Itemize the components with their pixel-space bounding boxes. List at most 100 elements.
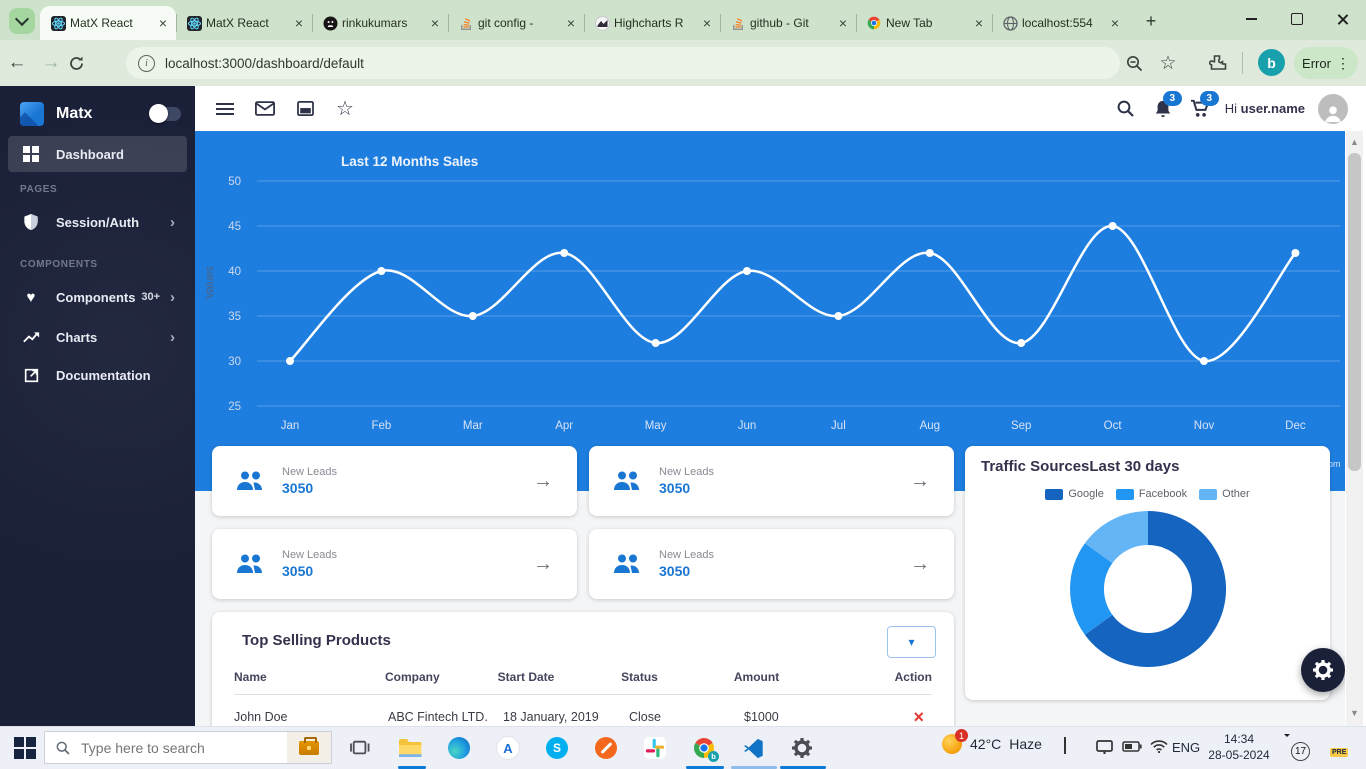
launch-icon <box>20 368 42 383</box>
search-highlight-zone[interactable] <box>287 732 331 763</box>
stat-card-new-leads-2[interactable]: New Leads3050 → <box>589 446 954 516</box>
browser-menu-error-button[interactable]: Error ⋮ <box>1294 47 1358 79</box>
url-text[interactable]: localhost:3000/dashboard/default <box>165 56 364 71</box>
settings-button[interactable] <box>788 735 816 761</box>
tab-close-icon[interactable]: × <box>1108 15 1122 31</box>
vscode-button[interactable] <box>739 735 767 761</box>
sidebar-item-dashboard[interactable]: Dashboard <box>8 136 187 172</box>
stat-card-text: New Leads3050 <box>659 466 910 496</box>
arrow-right-icon[interactable]: → <box>910 553 930 576</box>
tab-close-icon[interactable]: × <box>156 15 170 31</box>
window-close-button[interactable] <box>1320 0 1366 38</box>
taskbar-clock[interactable]: 14:34 28-05-2024 <box>1205 731 1273 763</box>
heart-icon: ♥ <box>20 289 42 306</box>
highcharts-favicon-icon <box>594 15 610 31</box>
forward-button[interactable]: → <box>34 52 68 74</box>
bookmark-star-button[interactable]: ☆ <box>1156 51 1180 75</box>
table-divider <box>234 694 932 695</box>
sidebar-item-documentation[interactable]: Documentation <box>8 357 187 393</box>
top-selling-products-card: Top Selling Products ▾ NameCompanyStart … <box>212 612 954 726</box>
page-scrollbar[interactable]: ▲ ▼ <box>1346 131 1363 726</box>
legend-swatch <box>1045 489 1063 500</box>
window-maximize-button[interactable] <box>1274 0 1320 38</box>
tab-close-icon[interactable]: × <box>292 15 306 31</box>
tray-expand-button[interactable] <box>1064 739 1066 754</box>
file-explorer-button[interactable] <box>396 735 424 761</box>
chrome-button[interactable]: b <box>690 735 718 761</box>
window-button[interactable] <box>293 97 317 121</box>
browser-tab[interactable]: github - Git× <box>720 6 856 40</box>
stat-card-new-leads-4[interactable]: New Leads3050 → <box>589 529 954 599</box>
scrollbar-up-arrow[interactable]: ▲ <box>1346 137 1363 147</box>
wifi-tray-icon[interactable] <box>1150 740 1168 753</box>
extensions-button[interactable] <box>1206 51 1230 75</box>
star-button[interactable]: ☆ <box>333 97 357 121</box>
pen-app-button[interactable] <box>592 735 620 761</box>
tab-close-icon[interactable]: × <box>972 15 986 31</box>
skype-button[interactable]: S <box>543 735 571 761</box>
tab-close-icon[interactable]: × <box>700 15 714 31</box>
tab-close-icon[interactable]: × <box>564 15 578 31</box>
search-button[interactable] <box>1114 97 1138 121</box>
zoom-button[interactable] <box>1122 51 1146 75</box>
browser-tab[interactable]: git config - × <box>448 6 584 40</box>
stat-card-new-leads-1[interactable]: New Leads3050 → <box>212 446 577 516</box>
products-table-header: NameCompanyStart DateStatusAmountAction <box>212 667 954 687</box>
site-info-icon[interactable]: i <box>138 55 155 72</box>
legend-item[interactable]: Facebook <box>1116 488 1187 500</box>
app-a-button[interactable]: A <box>494 735 522 761</box>
address-bar[interactable]: i localhost:3000/dashboard/default <box>126 47 1120 79</box>
search-input[interactable] <box>79 739 287 757</box>
start-button[interactable] <box>14 737 36 759</box>
scrollbar-down-arrow[interactable]: ▼ <box>1346 708 1363 718</box>
stat-card-new-leads-3[interactable]: New Leads3050 → <box>212 529 577 599</box>
notifications-button[interactable]: 3 <box>1151 97 1175 121</box>
reload-button[interactable] <box>68 55 102 72</box>
task-view-button[interactable] <box>346 735 374 761</box>
legend-item[interactable]: Other <box>1199 488 1250 500</box>
mail-button[interactable] <box>253 97 277 121</box>
menu-button[interactable] <box>213 97 237 121</box>
vscode-icon <box>743 738 764 759</box>
slack-button[interactable] <box>641 735 669 761</box>
tab-close-icon[interactable]: × <box>836 15 850 31</box>
sidebar-toggle[interactable] <box>151 107 181 121</box>
browser-profile-avatar[interactable]: b <box>1258 49 1285 76</box>
tab-close-icon[interactable]: × <box>428 15 442 31</box>
browser-tab[interactable]: Highcharts R× <box>584 6 720 40</box>
browser-tab[interactable]: MatX React× <box>40 6 176 40</box>
products-filter-dropdown[interactable]: ▾ <box>887 626 936 658</box>
edge-button[interactable] <box>445 735 473 761</box>
delete-icon[interactable]: × <box>913 707 924 727</box>
table-header-cell: Name <box>234 670 385 684</box>
browser-tab[interactable]: New Tab× <box>856 6 992 40</box>
battery-tray-icon[interactable] <box>1122 741 1142 752</box>
sidebar-item-components[interactable]: ♥ Components 30+ › <box>8 279 187 315</box>
sidebar-item-charts[interactable]: Charts › <box>8 319 187 355</box>
sidebar-item-session-auth[interactable]: Session/Auth › <box>8 204 187 240</box>
language-indicator[interactable]: ENG <box>1172 740 1200 755</box>
chevron-right-icon: › <box>170 289 175 306</box>
back-button[interactable]: ← <box>0 52 34 74</box>
svg-text:Dec: Dec <box>1285 420 1306 432</box>
scrollbar-thumb[interactable] <box>1348 153 1361 471</box>
tab-search-button[interactable] <box>9 8 35 34</box>
arrow-right-icon[interactable]: → <box>910 470 930 493</box>
stat-card-text: New Leads3050 <box>282 549 533 579</box>
arrow-right-icon[interactable]: → <box>533 470 553 493</box>
browser-tab[interactable]: MatX React× <box>176 6 312 40</box>
browser-tab[interactable]: rinkukumars× <box>312 6 448 40</box>
window-minimize-button[interactable] <box>1228 0 1274 38</box>
error-label: Error <box>1302 56 1331 71</box>
taskbar-weather[interactable]: 1 42°C Haze <box>942 734 1042 754</box>
user-avatar[interactable] <box>1318 94 1348 124</box>
new-tab-button[interactable]: + <box>1140 11 1162 32</box>
arrow-right-icon[interactable]: → <box>533 553 553 576</box>
taskbar-search[interactable] <box>44 731 332 764</box>
browser-tab[interactable]: localhost:554× <box>992 6 1128 40</box>
legend-item[interactable]: Google <box>1045 488 1103 500</box>
cart-button[interactable]: 3 <box>1188 97 1212 121</box>
table-row[interactable]: John DoeABC Fintech LTD.18 January, 2019… <box>212 704 954 726</box>
cast-tray-icon[interactable] <box>1096 740 1113 754</box>
settings-fab[interactable] <box>1301 648 1345 692</box>
